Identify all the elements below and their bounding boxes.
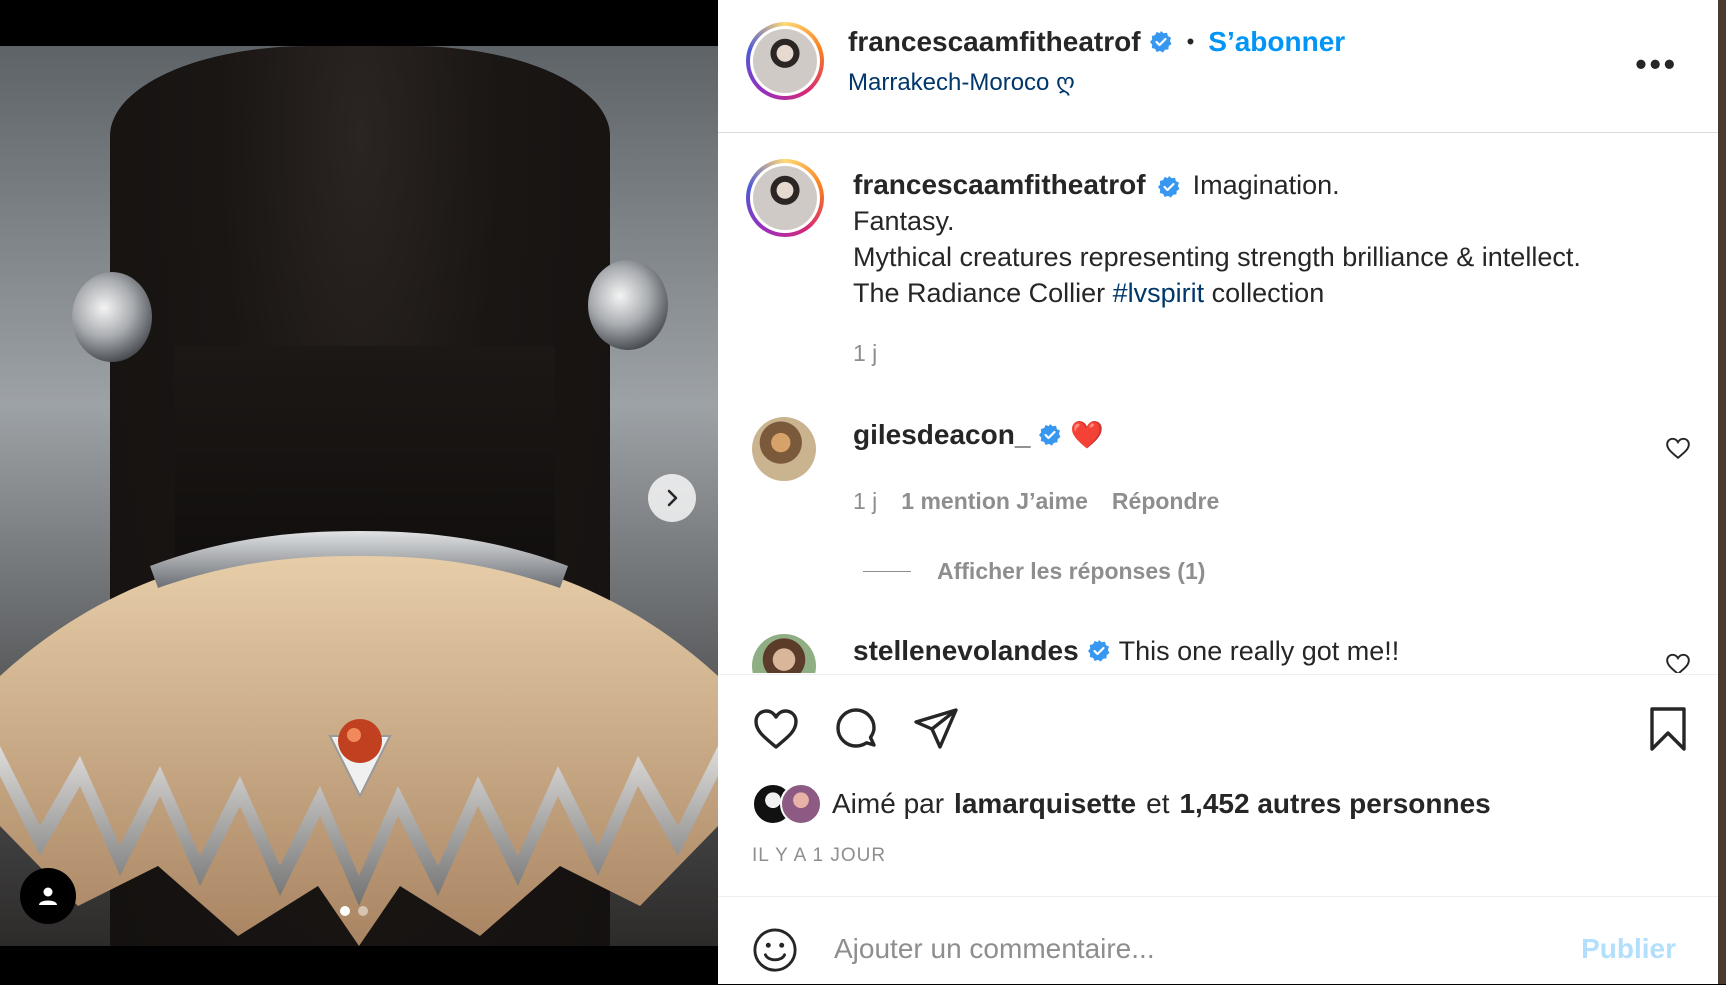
caption: francescaamfitheatrof Imagination. Fanta… [853, 167, 1693, 311]
post-image[interactable] [0, 46, 718, 946]
necklace [0, 526, 718, 946]
verified-badge-icon [1158, 175, 1180, 198]
carousel-dot-active [340, 906, 350, 916]
comment-icon[interactable] [832, 705, 880, 753]
comment-time[interactable]: 1 j [853, 488, 877, 515]
liker-username[interactable]: lamarquisette [954, 788, 1136, 820]
comment-text: ❤️ [1070, 420, 1105, 450]
caption-author-avatar[interactable] [746, 159, 824, 237]
publish-button[interactable]: Publier [1581, 933, 1676, 965]
carousel-indicator [340, 906, 368, 916]
view-replies-label: Afficher les réponses (1) [937, 558, 1206, 584]
likes-summary: Aimé par lamarquisette et 1,452 autres p… [752, 783, 1491, 825]
caption-line: Fantasy. [853, 206, 955, 236]
caption-author-username[interactable]: francescaamfitheatrof [853, 169, 1146, 200]
comment-row: stellenevolandes This one really got me!… [853, 635, 1399, 667]
comment-username[interactable]: gilesdeacon_ [853, 419, 1030, 451]
post-panel: francescaamfitheatrof • S’abonner Marrak… [718, 0, 1718, 984]
likes-prefix: Aimé par [832, 788, 945, 819]
author-avatar[interactable] [746, 22, 824, 100]
carousel-dot [358, 906, 368, 916]
comment-input[interactable] [832, 919, 1596, 979]
like-comment-heart-icon[interactable] [1665, 651, 1691, 673]
tagged-users-button[interactable] [20, 868, 76, 924]
post-header: francescaamfitheatrof • S’abonner Marrak… [718, 0, 1718, 133]
comment-text: This one really got me!! [1118, 635, 1400, 666]
likes-and: et [1146, 788, 1170, 819]
hashtag-link[interactable]: #lvspirit [1113, 278, 1205, 308]
author-username[interactable]: francescaamfitheatrof [848, 26, 1141, 58]
view-replies-button[interactable]: Afficher les réponses (1) [863, 558, 1205, 585]
emoji-icon[interactable] [752, 927, 798, 973]
person-icon [39, 887, 57, 905]
verified-badge-icon [1149, 31, 1172, 53]
like-heart-icon[interactable] [752, 705, 800, 753]
commenter-avatar[interactable] [752, 417, 816, 481]
caption-line: The Radiance Collier #lvspirit collectio… [853, 278, 1325, 308]
caption-time[interactable]: 1 j [853, 340, 877, 367]
comment-username[interactable]: stellenevolandes [853, 635, 1079, 667]
earring-left [72, 272, 152, 362]
likes-count[interactable]: 1,452 autres personnes [1179, 788, 1490, 820]
comment-meta: 1 j 1 mention J’aime Répondre [853, 488, 1219, 515]
background-edge [1718, 0, 1726, 984]
liker-avatar[interactable] [780, 783, 822, 825]
more-options-button[interactable]: ••• [1635, 46, 1678, 83]
bookmark-icon[interactable] [1644, 705, 1692, 753]
reply-button[interactable]: Répondre [1112, 488, 1219, 515]
next-slide-button[interactable] [648, 474, 696, 522]
comment-likes[interactable]: 1 mention J’aime [901, 488, 1088, 515]
comments-list[interactable]: francescaamfitheatrof Imagination. Fanta… [718, 133, 1718, 673]
follow-button[interactable]: S’abonner [1208, 26, 1345, 58]
post-timestamp[interactable]: IL Y A 1 JOUR [752, 845, 886, 867]
add-comment-bar: Publier [718, 896, 1718, 985]
like-comment-heart-icon[interactable] [1665, 435, 1691, 461]
commenter-avatar[interactable] [752, 634, 816, 673]
comment-row: gilesdeacon_ ❤️ [853, 419, 1104, 451]
caption-line: Mythical creatures representing strength… [853, 242, 1581, 272]
caption-line: Imagination. [1192, 170, 1340, 200]
earring-right [588, 260, 668, 350]
divider-line [863, 571, 911, 572]
separator-dot: • [1186, 29, 1195, 54]
chevron-right-icon [667, 489, 678, 507]
verified-badge-icon [1039, 424, 1061, 446]
post-location[interactable]: Marrakech-Moroco ღ [848, 69, 1075, 96]
post-actions: Aimé par lamarquisette et 1,452 autres p… [718, 674, 1718, 895]
post-media[interactable] [0, 0, 718, 984]
verified-badge-icon [1087, 640, 1110, 662]
share-send-icon[interactable] [912, 705, 960, 753]
